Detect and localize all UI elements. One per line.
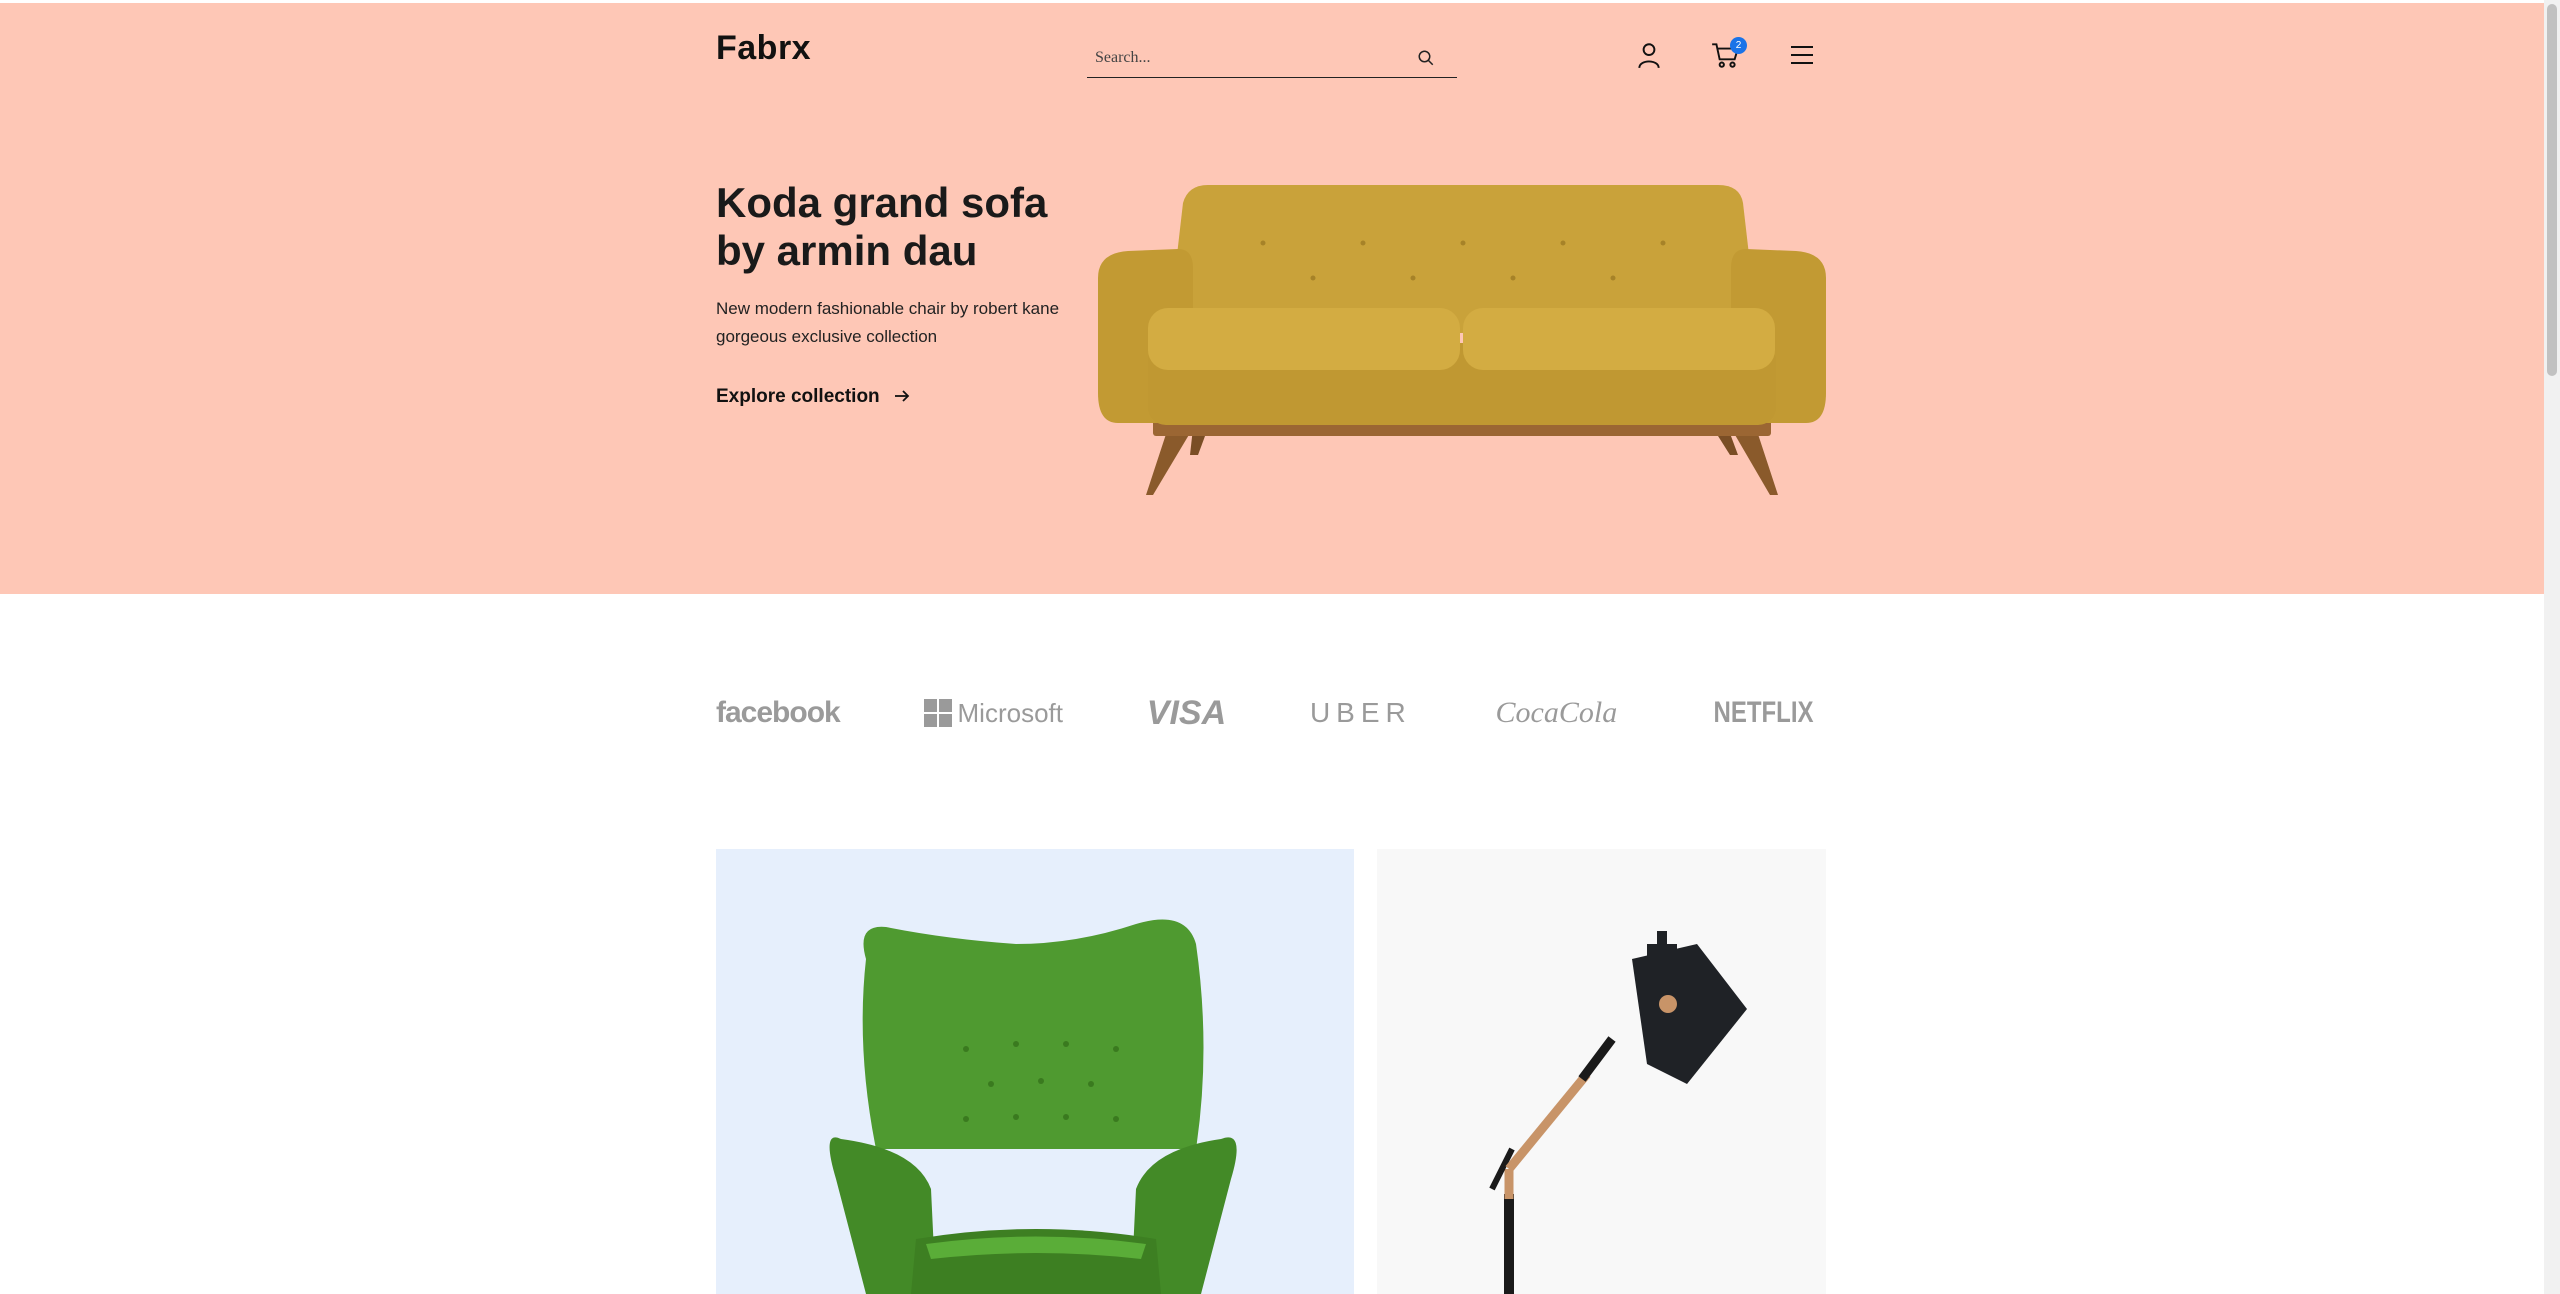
search-input[interactable] (1087, 49, 1411, 67)
explore-collection-label: Explore collection (716, 386, 880, 407)
product-card-chair[interactable] (716, 849, 1354, 1294)
arrow-right-icon (894, 386, 910, 408)
cart-count-badge: 2 (1730, 37, 1747, 54)
menu-button[interactable] (1784, 39, 1820, 75)
scrollbar-thumb[interactable] (2547, 4, 2557, 376)
hero-title: Koda grand sofa by armin dau (716, 179, 1048, 274)
sofa-image (1098, 185, 1826, 495)
uber-logo: UBER (1309, 697, 1412, 728)
menu-icon (1789, 44, 1815, 71)
coca-cola-logo: CocaCola (1495, 696, 1618, 729)
microsoft-logo: Microsoft (923, 697, 1063, 729)
page-scrollbar[interactable] (2544, 0, 2560, 1294)
microsoft-wordmark: Microsoft (957, 697, 1063, 728)
windows-icon (923, 699, 952, 727)
site-logo[interactable]: Fabrx (716, 29, 811, 68)
user-icon (1636, 41, 1662, 74)
hero-description: New modern fashionable chair by robert k… (716, 299, 1060, 346)
search-bar (1087, 39, 1457, 78)
search-icon[interactable] (1411, 43, 1441, 73)
explore-collection-link[interactable]: Explore collection (716, 386, 910, 408)
facebook-logo: facebook (716, 696, 841, 729)
netflix-logo: NETFLIX (1713, 696, 1814, 729)
product-card-lamp[interactable] (1377, 849, 1826, 1294)
cart-button[interactable]: 2 (1707, 37, 1747, 75)
green-chair-image (829, 919, 1237, 1294)
hero-section: Fabrx 2 Koda grand sofa by a (0, 3, 2544, 594)
visa-logo: VISA (1146, 693, 1227, 732)
account-button[interactable] (1631, 39, 1667, 75)
brand-logos: facebook Microsoft VISA UBER CocaCola NE… (716, 690, 1826, 736)
floor-lamp-image (1489, 931, 1747, 1294)
